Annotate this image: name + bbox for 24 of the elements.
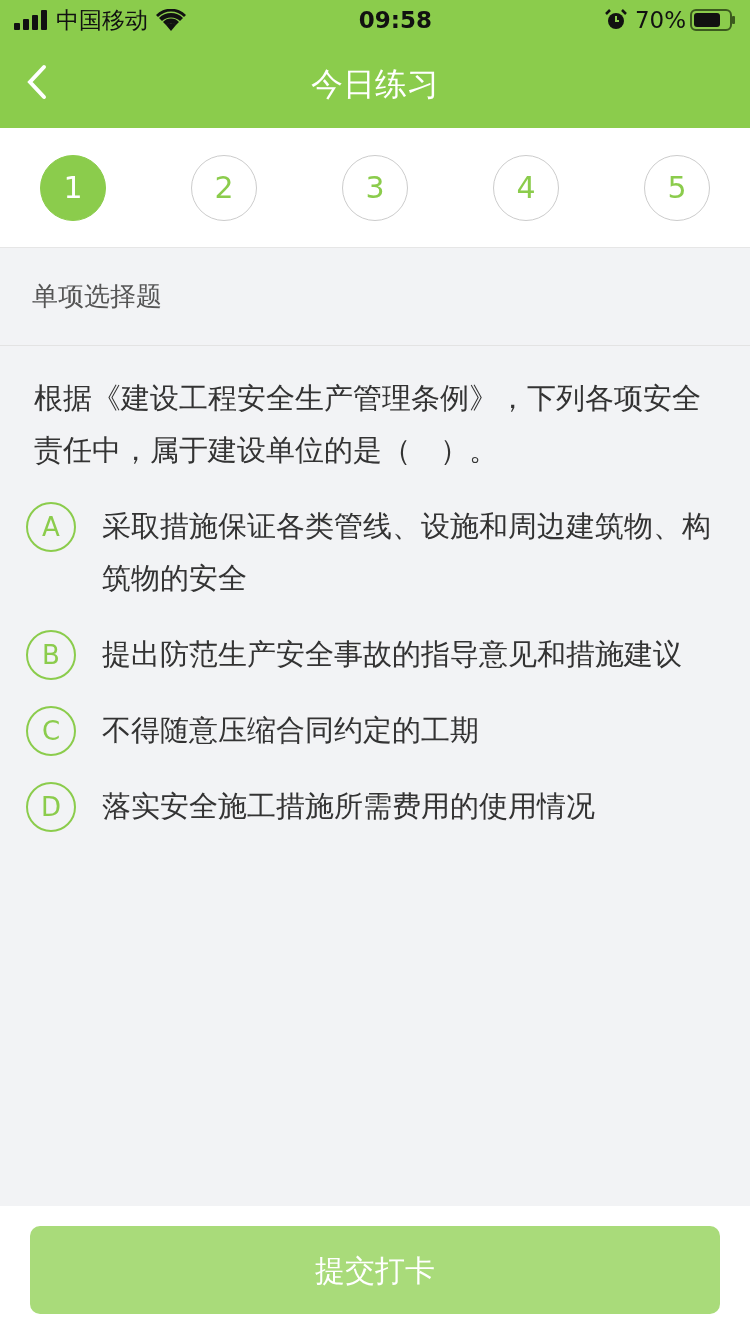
alarm-icon xyxy=(604,9,627,31)
section-title: 单项选择题 xyxy=(32,280,162,313)
option-text[interactable]: 采取措施保证各类管线、设施和周边建筑物、构筑物的安全 xyxy=(102,500,720,604)
back-button[interactable] xyxy=(26,64,48,100)
question-number-tab[interactable]: 4 xyxy=(493,154,559,221)
option-text[interactable]: 落实安全施工措施所需费用的使用情况 xyxy=(102,780,595,832)
carrier-name: 中国移动 xyxy=(56,5,148,35)
battery-icon xyxy=(690,9,736,31)
clock-time: 09:58 xyxy=(358,5,433,35)
signal-icon xyxy=(14,10,48,30)
option-text[interactable]: 不得随意压缩合同约定的工期 xyxy=(102,704,479,756)
wifi-icon xyxy=(156,9,186,31)
option-letter-button[interactable]: D xyxy=(26,782,76,832)
option-letter-button[interactable]: C xyxy=(26,706,76,756)
option-letter-button[interactable]: A xyxy=(26,502,76,552)
battery-percent: 70% xyxy=(634,5,686,35)
page-title: 今日练习 xyxy=(311,64,439,105)
question-number-tab[interactable]: 2 xyxy=(191,154,257,221)
question-number-tab[interactable]: 3 xyxy=(342,154,408,221)
question-number-tab[interactable]: 5 xyxy=(644,154,710,221)
question-text: 根据《建设工程安全生产管理条例》，下列各项安全责任中，属于建设单位的是（ ）。 xyxy=(33,380,702,469)
option-text[interactable]: 提出防范生产安全事故的指导意见和措施建议 xyxy=(102,628,682,680)
question-number-tab[interactable]: 1 xyxy=(40,154,106,221)
option-letter-button[interactable]: B xyxy=(26,630,76,680)
